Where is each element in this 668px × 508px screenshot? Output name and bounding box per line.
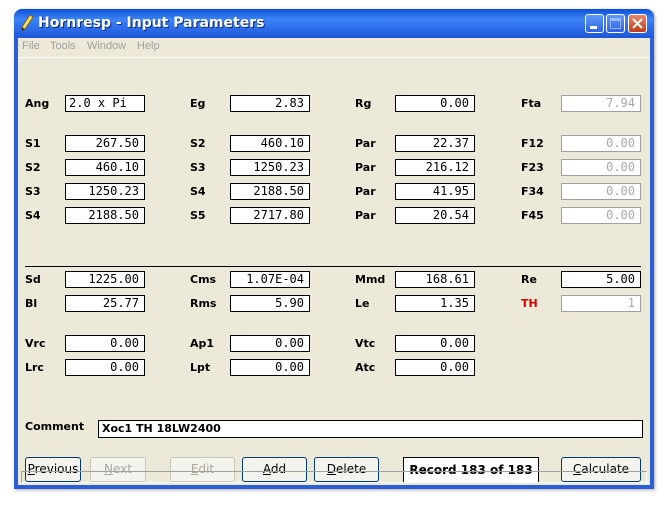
field-s2[interactable]: 460.10 bbox=[65, 159, 145, 176]
label-f45: F45 bbox=[521, 209, 544, 222]
status-bar bbox=[21, 471, 647, 483]
label-mmd: Mmd bbox=[355, 273, 386, 286]
label-atc: Atc bbox=[355, 361, 376, 374]
field-sd[interactable]: 1225.00 bbox=[65, 271, 145, 288]
label-par: Par bbox=[355, 137, 376, 150]
field-f12[interactable]: 0.00 bbox=[561, 135, 641, 152]
field-s2[interactable]: 460.10 bbox=[230, 135, 310, 152]
label-s5: S5 bbox=[190, 209, 206, 222]
parameters-panel: Ang 2.0 x Pi Eg 2.83 Rg 0.00 Fta 7.94 S1 267.50 S2… bbox=[18, 57, 650, 483]
field-f45[interactable]: 0.00 bbox=[561, 207, 641, 224]
label-rms: Rms bbox=[190, 297, 217, 310]
label-lrc: Lrc bbox=[25, 361, 44, 374]
label-par: Par bbox=[355, 161, 376, 174]
comment-label: Comment bbox=[25, 420, 85, 433]
label-par: Par bbox=[355, 209, 376, 222]
separator-line bbox=[25, 266, 641, 267]
label-sd: Sd bbox=[25, 273, 41, 286]
field-s3[interactable]: 1250.23 bbox=[230, 159, 310, 176]
field-f23[interactable]: 0.00 bbox=[561, 159, 641, 176]
minimize-button[interactable] bbox=[585, 14, 604, 33]
title-bar[interactable]: Hornresp - Input Parameters bbox=[14, 9, 654, 38]
maximize-icon bbox=[610, 18, 621, 29]
field-eg[interactable]: 2.83 bbox=[230, 95, 310, 112]
field-s5[interactable]: 2717.80 bbox=[230, 207, 310, 224]
label-s4: S4 bbox=[190, 185, 206, 198]
field-ang[interactable]: 2.0 x Pi bbox=[65, 95, 145, 112]
label-eg: Eg bbox=[190, 97, 206, 110]
label-s3: S3 bbox=[25, 185, 41, 198]
label-s2: S2 bbox=[25, 161, 41, 174]
menu-bar: File Tools Window Help bbox=[18, 38, 650, 57]
menu-window[interactable]: Window bbox=[87, 40, 126, 52]
field-fta[interactable]: 7.94 bbox=[561, 95, 641, 112]
label-vtc: Vtc bbox=[355, 337, 376, 350]
label-le: Le bbox=[355, 297, 370, 310]
label-s1: S1 bbox=[25, 137, 41, 150]
field-par[interactable]: 20.54 bbox=[395, 207, 475, 224]
window-title: Hornresp - Input Parameters bbox=[38, 15, 265, 31]
field-s4[interactable]: 2188.50 bbox=[230, 183, 310, 200]
field-par[interactable]: 216.12 bbox=[395, 159, 475, 176]
label-ap1: Ap1 bbox=[190, 337, 215, 350]
label-f23: F23 bbox=[521, 161, 544, 174]
field-rms[interactable]: 5.90 bbox=[230, 295, 310, 312]
main-window: Hornresp - Input Parameters File Tools W… bbox=[14, 9, 654, 489]
pencil-icon bbox=[21, 15, 33, 31]
field-vtc[interactable]: 0.00 bbox=[395, 335, 475, 352]
label-par: Par bbox=[355, 185, 376, 198]
field-s3[interactable]: 1250.23 bbox=[65, 183, 145, 200]
comment-field[interactable]: Xoc1 TH 18LW2400 bbox=[98, 420, 643, 438]
field-ap1[interactable]: 0.00 bbox=[230, 335, 310, 352]
label-fta: Fta bbox=[521, 97, 542, 110]
label-s3: S3 bbox=[190, 161, 206, 174]
label-ang: Ang bbox=[25, 97, 50, 110]
close-icon bbox=[632, 18, 643, 29]
field-lrc[interactable]: 0.00 bbox=[65, 359, 145, 376]
field-rg[interactable]: 0.00 bbox=[395, 95, 475, 112]
label-s2: S2 bbox=[190, 137, 206, 150]
label-re: Re bbox=[521, 273, 537, 286]
field-bl[interactable]: 25.77 bbox=[65, 295, 145, 312]
field-cms[interactable]: 1.07E-04 bbox=[230, 271, 310, 288]
field-mmd[interactable]: 168.61 bbox=[395, 271, 475, 288]
field-par[interactable]: 22.37 bbox=[395, 135, 475, 152]
menu-help[interactable]: Help bbox=[137, 40, 160, 52]
menu-file[interactable]: File bbox=[22, 40, 40, 52]
field-lpt[interactable]: 0.00 bbox=[230, 359, 310, 376]
label-f34: F34 bbox=[521, 185, 544, 198]
minimize-icon bbox=[590, 26, 597, 29]
field-le[interactable]: 1.35 bbox=[395, 295, 475, 312]
field-s4[interactable]: 2188.50 bbox=[65, 207, 145, 224]
label-f12: F12 bbox=[521, 137, 544, 150]
client-area: File Tools Window Help Ang 2.0 x Pi Eg 2.83… bbox=[18, 38, 650, 485]
field-vrc[interactable]: 0.00 bbox=[65, 335, 145, 352]
label-cms: Cms bbox=[190, 273, 217, 286]
close-button[interactable] bbox=[628, 14, 647, 33]
menu-tools[interactable]: Tools bbox=[50, 40, 76, 52]
field-th[interactable]: 1 bbox=[561, 295, 641, 312]
field-atc[interactable]: 0.00 bbox=[395, 359, 475, 376]
label-s4: S4 bbox=[25, 209, 41, 222]
label-th: TH bbox=[521, 297, 538, 310]
label-vrc: Vrc bbox=[25, 337, 46, 350]
label-rg: Rg bbox=[355, 97, 372, 110]
field-s1[interactable]: 267.50 bbox=[65, 135, 145, 152]
field-f34[interactable]: 0.00 bbox=[561, 183, 641, 200]
maximize-button[interactable] bbox=[606, 14, 625, 33]
label-bl: Bl bbox=[25, 297, 38, 310]
field-re[interactable]: 5.00 bbox=[561, 271, 641, 288]
field-par[interactable]: 41.95 bbox=[395, 183, 475, 200]
label-lpt: Lpt bbox=[190, 361, 211, 374]
